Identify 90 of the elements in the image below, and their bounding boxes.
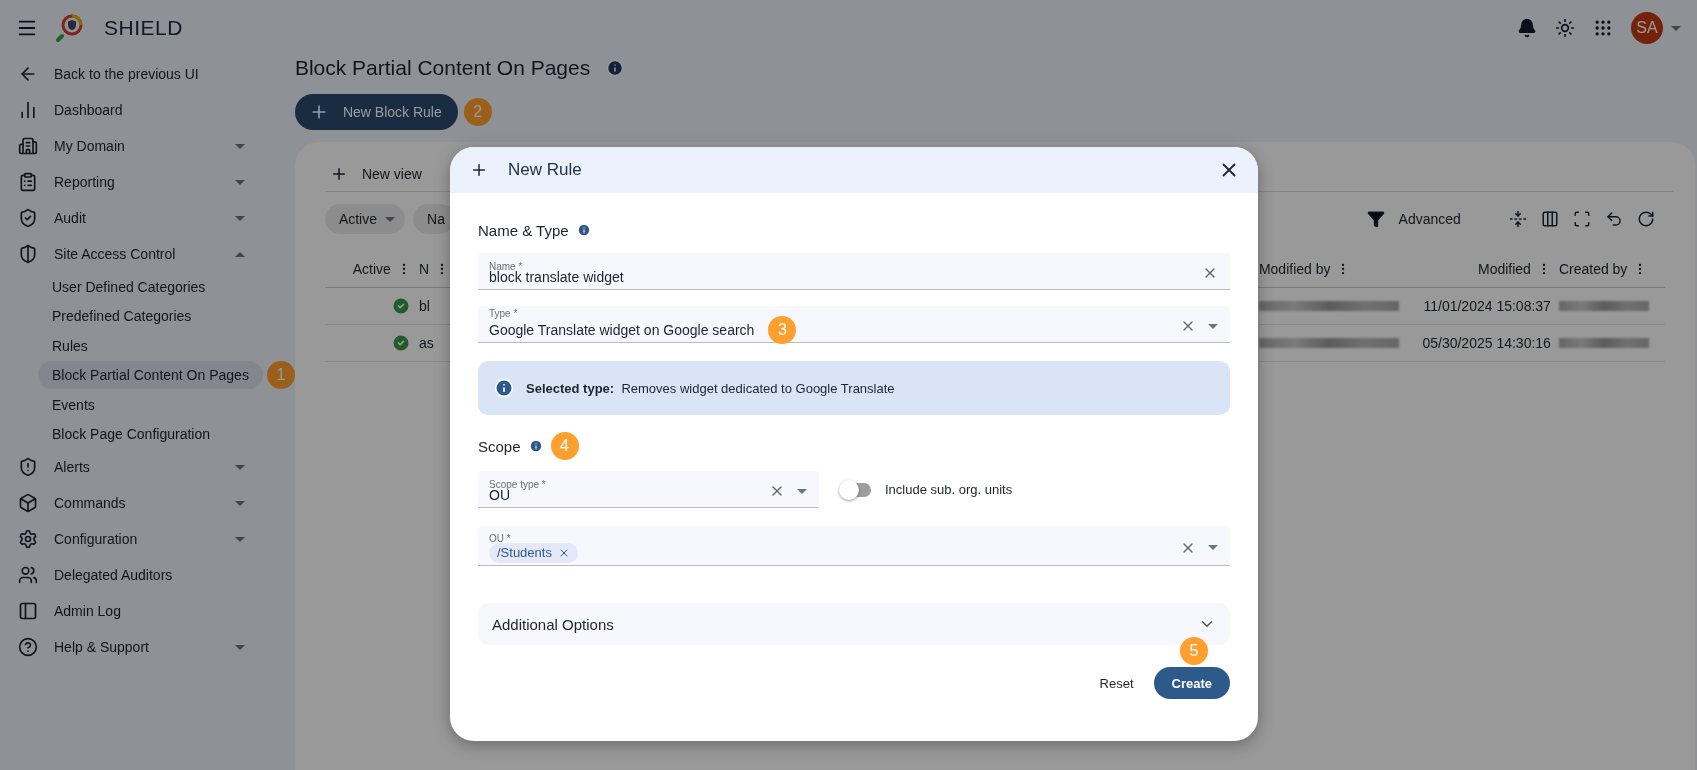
sidebar-subitem[interactable]: Block Partial Content On Pages [38,361,263,390]
clipboard-icon [18,172,38,192]
plus-icon [470,161,488,179]
column-header[interactable]: N [418,260,429,277]
sidebar-item[interactable]: Site Access Control [54,246,219,262]
sidebar-subitem[interactable]: Block Page Configuration [38,420,224,449]
caret-icon[interactable] [234,500,245,506]
section-heading: Scope [478,437,521,455]
density-icon[interactable] [1508,210,1527,228]
sidebar-item[interactable]: Back to the previous UI [54,66,245,82]
users-icon [18,565,38,585]
settings-icon [18,529,38,549]
sidebar-item[interactable]: Commands [54,495,219,511]
sun-icon[interactable] [1555,18,1575,38]
filter-chip[interactable]: Active [324,204,405,234]
sidebar-item[interactable]: Reporting [54,174,219,190]
columns-icon[interactable] [1540,210,1559,228]
sidebar-item[interactable]: Alerts [54,459,219,475]
info-icon[interactable] [606,59,625,77]
caret-icon[interactable] [234,143,245,149]
filter-icon [1366,210,1385,228]
advanced-filter-button[interactable]: Advanced [1366,210,1461,228]
info-icon [494,378,514,398]
undo-icon[interactable] [1604,210,1623,228]
caret-icon[interactable] [234,464,245,470]
page-title: Block Partial Content On Pages [294,56,591,80]
sidebar-item[interactable]: Dashboard [54,102,245,118]
table-cell: 05/30/2025 14:30:16 [1422,335,1551,351]
sidebar-item[interactable]: Admin Log [54,603,245,619]
caret-icon[interactable] [1208,545,1218,550]
table-cell: as [418,335,434,351]
additional-options-panel[interactable]: Additional Options [478,603,1230,645]
column-header[interactable]: Active [352,260,391,277]
avatar[interactable]: SA [1631,12,1663,44]
caret-icon[interactable] [234,536,245,542]
sidebar-item[interactable]: My Domain [54,138,219,154]
info-text: Selected type: Removes widget dedicated to Google Translate [526,380,895,396]
bell-icon[interactable] [1517,18,1537,38]
bar-chart-icon [18,100,38,120]
sidebar-subitem[interactable]: Events [38,390,109,419]
shield-alert-icon [18,457,38,477]
create-button[interactable]: Create [1153,667,1230,699]
step-marker: 1 [266,361,295,390]
step-marker: 4 [550,432,579,460]
name-field[interactable]: Name * block translate widget [478,253,1230,290]
toggle-label: Include sub. org. units [885,482,1013,497]
ou-chip[interactable]: /Students [489,542,578,563]
step-marker: 3 [768,316,797,344]
box-icon [18,493,38,513]
scope-type-select[interactable]: Scope type * OU [478,471,819,508]
table-cell: bl [418,298,430,314]
column-header[interactable]: Modified [1477,260,1531,277]
step-marker: 2 [463,98,492,126]
sidebar-subitem[interactable]: User Defined Categories [38,272,220,301]
caret-icon[interactable] [797,488,807,494]
sidebar-item[interactable]: Delegated Auditors [54,567,245,583]
column-header[interactable]: Modified by [1258,260,1331,277]
panel-icon [18,601,38,621]
ou-select[interactable]: OU * /Students [478,526,1230,566]
toggle-switch[interactable] [841,482,871,497]
column-header[interactable]: Created by [1558,260,1628,277]
shield-check-icon [18,208,38,228]
sidebar-item[interactable]: Configuration [54,531,219,547]
caret-icon[interactable] [234,179,245,185]
new-view-button[interactable]: New view [329,164,422,183]
help-icon [18,637,38,657]
caret-icon[interactable] [234,215,245,221]
reset-button[interactable]: Reset [1099,667,1134,699]
caret-icon[interactable] [234,644,245,650]
fullscreen-icon[interactable] [1572,210,1591,228]
sidebar-subitem[interactable]: Rules [38,331,102,360]
type-select[interactable]: Type * Google Translate widget on Google search 3 [478,306,1230,343]
section-heading: Name & Type [478,221,569,239]
sidebar-subitem[interactable]: Predefined Categories [38,302,206,331]
caret-icon[interactable] [1671,25,1681,31]
caret-icon[interactable] [1208,323,1218,329]
dialog-title: New Rule [508,160,583,180]
grid-icon[interactable] [1593,18,1613,38]
building-icon [18,136,38,156]
table-cell: 11/01/2024 15:08:37 [1423,298,1551,314]
app-title: SHIELD [104,16,183,40]
sidebar-item[interactable]: Audit [54,210,219,226]
new-block-rule-button[interactable]: New Block Rule [294,94,458,130]
step-marker: 5 [1180,637,1208,665]
caret-icon[interactable] [234,251,245,257]
shield-icon [18,244,38,264]
info-icon[interactable] [528,439,543,453]
info-icon[interactable] [576,223,591,237]
redo-icon[interactable] [1636,210,1655,228]
sidebar-item[interactable]: Help & Support [54,639,219,655]
